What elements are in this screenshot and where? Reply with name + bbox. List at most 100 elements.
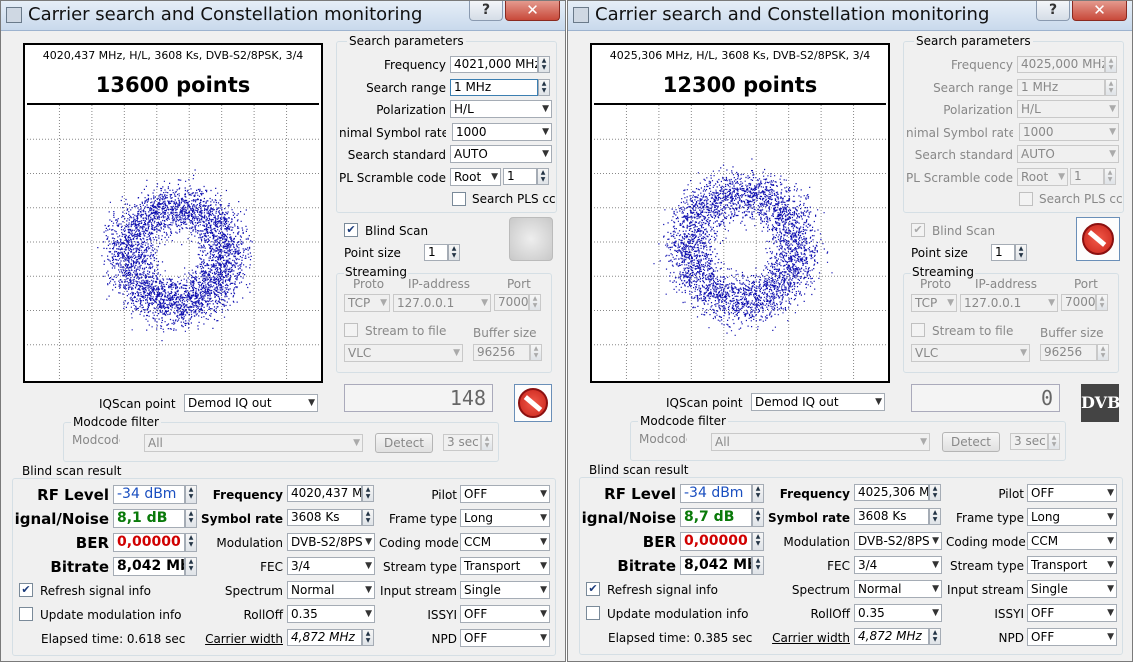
search-pls-checkbox[interactable] [1019, 192, 1033, 206]
pl-scramble-spinner[interactable]: ▲ ▼ [1104, 168, 1116, 185]
refresh-signal-checkbox[interactable]: ✔ [586, 582, 600, 596]
issyi-select[interactable]: OFF ▼ [1027, 604, 1117, 622]
rf-level-spinner[interactable]: ▲ ▼ [752, 484, 764, 503]
frequency-spinner[interactable]: ▲ ▼ [1105, 56, 1117, 73]
modulation-select[interactable]: DVB-S2/8PS ▼ [854, 532, 942, 550]
carrier-width-spinner[interactable]: ▲ ▼ [929, 628, 941, 645]
symbol-rate-spinner[interactable]: ▲ ▼ [929, 508, 941, 525]
frequency-result-spinner[interactable]: ▲ ▼ [929, 484, 941, 501]
help-button[interactable]: ? [469, 1, 503, 21]
rf-level-spinner[interactable]: ▲ ▼ [185, 485, 197, 504]
pl-scramble-mode-select[interactable]: Root ▼ [1017, 168, 1068, 186]
input-stream-select[interactable]: Single ▼ [1027, 580, 1117, 598]
point-size-input[interactable]: 1 [424, 244, 448, 261]
search-standard-select[interactable]: AUTO ▼ [450, 145, 552, 163]
stream-to-file-checkbox[interactable] [344, 323, 358, 337]
blind-scan-checkbox[interactable]: ✔ [344, 223, 358, 237]
coding-mode-select[interactable]: CCM ▼ [1027, 532, 1117, 550]
fec-select[interactable]: 3/4 ▼ [854, 556, 942, 574]
port-input[interactable]: 7000 [1061, 294, 1096, 311]
search-pls-checkbox[interactable] [452, 192, 466, 206]
spectrum-select[interactable]: Normal ▼ [854, 580, 942, 598]
frame-type-select[interactable]: Long ▼ [460, 509, 550, 527]
detect-seconds-spinner[interactable]: ▲ ▼ [1048, 433, 1060, 450]
pl-scramble-value-input[interactable]: 1 [1070, 168, 1104, 185]
frequency-spinner[interactable]: ▲ ▼ [538, 56, 550, 73]
search-standard-select[interactable]: AUTO ▼ [1017, 145, 1119, 163]
search-range-input[interactable]: 1 MHz [1017, 79, 1105, 96]
port-input[interactable]: 7000 [494, 294, 529, 311]
stop-button[interactable] [514, 384, 552, 422]
modcode-select[interactable]: All ▼ [711, 433, 930, 451]
help-button[interactable]: ? [1036, 1, 1070, 21]
bitrate-spinner[interactable]: ▲ ▼ [185, 557, 197, 576]
point-size-input[interactable]: 1 [991, 244, 1015, 261]
update-modulation-checkbox[interactable] [19, 607, 33, 621]
refresh-signal-checkbox[interactable]: ✔ [19, 583, 33, 597]
spectrum-select[interactable]: Normal ▼ [287, 581, 375, 599]
frame-type-select[interactable]: Long ▼ [1027, 508, 1117, 526]
ber-spinner[interactable]: ▲ ▼ [185, 533, 197, 552]
player-select[interactable]: VLC ▼ [344, 344, 463, 362]
close-button[interactable]: ✕ [505, 1, 560, 21]
issyi-select[interactable]: OFF ▼ [460, 605, 550, 623]
close-button[interactable]: ✕ [1072, 1, 1127, 21]
carrier-width-link[interactable]: Carrier width [197, 632, 283, 646]
iq-scan-point-select[interactable]: Demod IQ out ▼ [751, 393, 885, 411]
npd-select[interactable]: OFF ▼ [1027, 628, 1117, 646]
rolloff-select[interactable]: 0.35 ▼ [854, 604, 942, 622]
buffer-size-spinner[interactable]: ▲ ▼ [530, 344, 542, 361]
modulation-select[interactable]: DVB-S2/8PS ▼ [287, 533, 375, 551]
detect-seconds-input[interactable]: 3 sec [443, 434, 481, 451]
search-range-input[interactable]: 1 MHz [450, 79, 538, 96]
carrier-width-link[interactable]: Carrier width [764, 631, 850, 645]
coding-mode-select[interactable]: CCM ▼ [460, 533, 550, 551]
signal-noise-spinner[interactable]: ▲ ▼ [752, 508, 764, 527]
search-range-spinner[interactable]: ▲ ▼ [538, 79, 550, 96]
frequency-input[interactable]: 4021,000 MHz [450, 56, 538, 73]
stream-type-select[interactable]: Transport ▼ [460, 557, 550, 575]
modcode-select[interactable]: All ▼ [144, 434, 363, 452]
bitrate-spinner[interactable]: ▲ ▼ [752, 556, 764, 575]
pl-scramble-value-input[interactable]: 1 [503, 168, 537, 185]
input-stream-select[interactable]: Single ▼ [460, 581, 550, 599]
polarization-select[interactable]: H/L ▼ [450, 100, 552, 118]
detect-seconds-spinner[interactable]: ▲ ▼ [481, 434, 493, 451]
port-spinner[interactable]: ▲ ▼ [1096, 294, 1108, 311]
polarization-select[interactable]: H/L ▼ [1017, 100, 1119, 118]
symbol-rate-spinner[interactable]: ▲ ▼ [362, 509, 374, 526]
signal-noise-spinner[interactable]: ▲ ▼ [185, 509, 197, 528]
pilot-select[interactable]: OFF ▼ [1027, 484, 1117, 502]
search-range-spinner[interactable]: ▲ ▼ [1105, 79, 1117, 96]
rolloff-select[interactable]: 0.35 ▼ [287, 605, 375, 623]
frequency-result-spinner[interactable]: ▲ ▼ [362, 485, 374, 502]
blind-scan-checkbox[interactable]: ✔ [911, 223, 925, 237]
update-modulation-checkbox[interactable] [586, 606, 600, 620]
detect-button[interactable]: Detect [942, 432, 1000, 452]
iq-scan-point-select[interactable]: Demod IQ out ▼ [184, 394, 318, 412]
buffer-size-spinner[interactable]: ▲ ▼ [1097, 344, 1109, 361]
min-symbol-rate-select[interactable]: 1000 ▼ [452, 123, 552, 141]
pilot-select[interactable]: OFF ▼ [460, 485, 550, 503]
detect-seconds-input[interactable]: 3 sec [1010, 433, 1048, 450]
detect-button[interactable]: Detect [375, 433, 433, 453]
buffer-size-input[interactable]: 96256 [1040, 344, 1097, 361]
min-symbol-rate-select[interactable]: 1000 ▼ [1019, 123, 1119, 141]
port-spinner[interactable]: ▲ ▼ [529, 294, 541, 311]
player-select[interactable]: VLC ▼ [911, 344, 1030, 362]
ber-spinner[interactable]: ▲ ▼ [752, 532, 764, 551]
pl-scramble-spinner[interactable]: ▲ ▼ [537, 168, 549, 185]
carrier-width-spinner[interactable]: ▲ ▼ [362, 629, 374, 646]
stream-type-select[interactable]: Transport ▼ [1027, 556, 1117, 574]
buffer-size-input[interactable]: 96256 [473, 344, 530, 361]
frequency-input[interactable]: 4025,000 MHz [1017, 56, 1105, 73]
fec-select[interactable]: 3/4 ▼ [287, 557, 375, 575]
ip-address-select[interactable]: 127.0.0.1 ▼ [960, 294, 1058, 312]
ip-address-select[interactable]: 127.0.0.1 ▼ [393, 294, 491, 312]
stop-scan-button[interactable] [1076, 217, 1120, 261]
stream-to-file-checkbox[interactable] [911, 323, 925, 337]
satellite-dish-icon[interactable] [509, 217, 553, 261]
point-size-spinner[interactable]: ▲ ▼ [448, 244, 460, 261]
point-size-spinner[interactable]: ▲ ▼ [1015, 244, 1027, 261]
proto-select[interactable]: TCP ▼ [911, 294, 957, 312]
